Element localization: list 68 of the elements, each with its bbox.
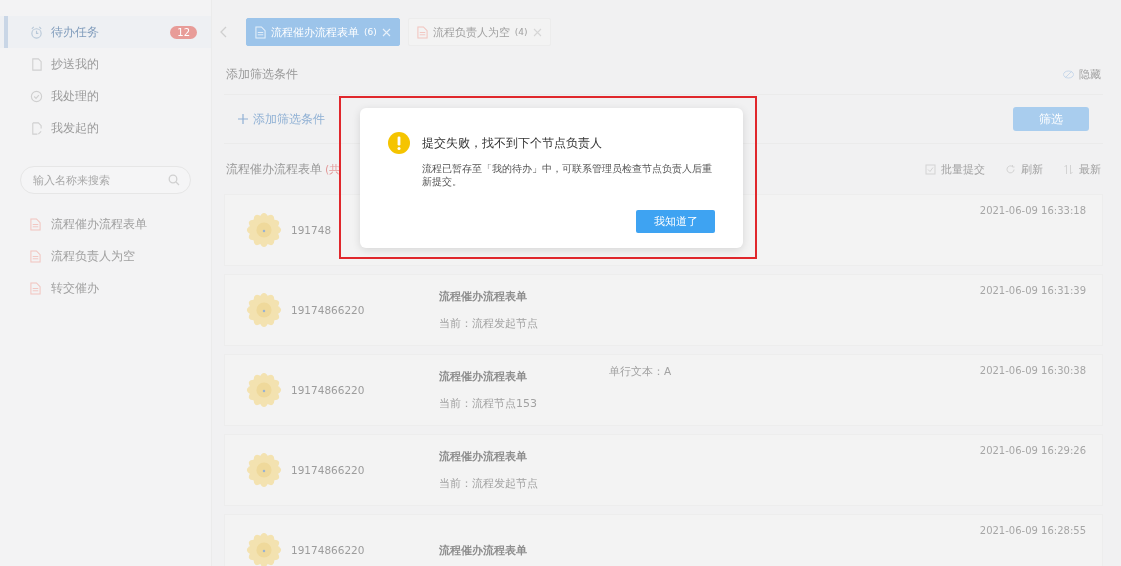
phone-number: 19174866220 xyxy=(291,464,366,476)
current-node-label: 当前：流程节点153 xyxy=(439,396,538,411)
tab[interactable]: 流程催办流程表单 (6) xyxy=(246,18,400,46)
toolbar-action[interactable]: 刷新 xyxy=(1005,161,1043,177)
phone-number: 19174866220 xyxy=(291,544,366,556)
flower-avatar-icon xyxy=(245,211,283,249)
document-edit-icon xyxy=(30,121,43,135)
timestamp: 2021-06-09 16:33:18 xyxy=(979,205,1086,216)
task-card[interactable]: 19174866220 流程催办流程表单 当前：流程发起节点 2021-06-09 16:29:26 xyxy=(224,434,1103,506)
timestamp: 2021-06-09 16:28:55 xyxy=(979,525,1086,536)
field-value: 单行文本：A xyxy=(609,365,672,379)
search-input[interactable]: 输入名称来搜索 xyxy=(31,172,168,188)
list-title: 流程催办流程表单 xyxy=(226,161,322,177)
flower-avatar-icon xyxy=(245,451,283,489)
checkbox-icon xyxy=(925,163,936,175)
sidebar-item[interactable]: 待办任务 12 xyxy=(0,16,211,48)
phone-number: 191748 xyxy=(291,224,333,236)
sort-icon xyxy=(1063,163,1074,175)
flower-avatar-icon xyxy=(245,371,283,409)
task-title: 流程催办流程表单 xyxy=(439,449,528,464)
tab[interactable]: 流程负责人为空 (4) xyxy=(407,18,551,46)
dialog-message: 流程已暂存至「我的待办」中，可联系管理员检查节点负责人后重新提交。 xyxy=(422,162,713,188)
search-field[interactable]: 输入名称来搜索 xyxy=(20,166,191,194)
file-icon xyxy=(30,281,41,295)
timestamp: 2021-06-09 16:31:39 xyxy=(979,285,1086,296)
dialog-title: 提交失败，找不到下个节点负责人 xyxy=(422,135,602,151)
task-card[interactable]: 19174866220 流程催办流程表单 当前：流程发起节点 2021-06-09 16:31:39 xyxy=(224,274,1103,346)
check-circle-icon xyxy=(30,89,43,103)
phone-number: 19174866220 xyxy=(291,304,366,316)
task-title: 流程催办流程表单 xyxy=(439,542,528,558)
section-title: 添加筛选条件 xyxy=(226,65,298,83)
file-icon xyxy=(30,249,41,263)
task-title: 流程催办流程表单 xyxy=(439,289,528,304)
hide-link[interactable]: 隐藏 xyxy=(1063,66,1101,82)
flower-avatar-icon xyxy=(245,291,283,329)
refresh-icon xyxy=(1005,163,1016,175)
item-count: (共 xyxy=(325,161,341,177)
form-item[interactable]: 转交催办 xyxy=(0,272,211,304)
sidebar-item[interactable]: 抄送我的 xyxy=(0,48,211,80)
plus-icon xyxy=(238,114,248,124)
filter-button[interactable]: 筛选 xyxy=(1013,107,1089,131)
timestamp: 2021-06-09 16:29:26 xyxy=(979,445,1086,456)
close-icon[interactable] xyxy=(532,27,542,37)
toolbar-action[interactable]: 最新 xyxy=(1063,161,1101,177)
phone-number: 19174866220 xyxy=(291,384,366,396)
search-icon[interactable] xyxy=(168,174,180,186)
form-item[interactable]: 流程催办流程表单 xyxy=(0,208,211,240)
task-card[interactable]: 19174866220 流程催办流程表单 当前：流程节点153 单行文本：A 2021-06-09 16:30:38 xyxy=(224,354,1103,426)
task-title: 流程催办流程表单 xyxy=(439,369,528,384)
timestamp: 2021-06-09 16:30:38 xyxy=(979,365,1086,376)
task-card[interactable]: 19174866220 流程催办流程表单 2021-06-09 16:28:55 xyxy=(224,514,1103,566)
file-icon xyxy=(255,25,266,39)
document-icon xyxy=(30,57,43,71)
toolbar-action[interactable]: 批量提交 xyxy=(925,161,985,177)
alarm-clock-icon xyxy=(30,25,43,39)
file-icon xyxy=(30,217,41,231)
acknowledge-button[interactable]: 我知道了 xyxy=(636,210,715,233)
sidebar-item[interactable]: 我处理的 xyxy=(0,80,211,112)
eye-slash-icon xyxy=(1063,69,1074,79)
file-icon xyxy=(416,25,428,39)
add-filter-link[interactable]: 添加筛选条件 xyxy=(238,110,325,128)
form-item[interactable]: 流程负责人为空 xyxy=(0,240,211,272)
current-node-label: 当前：流程发起节点 xyxy=(439,316,539,331)
current-node-label: 当前：流程发起节点 xyxy=(439,476,539,491)
count-badge: 12 xyxy=(170,25,197,39)
warning-icon xyxy=(388,132,410,154)
flower-avatar-icon xyxy=(245,531,283,566)
sidebar-item[interactable]: 我发起的 xyxy=(0,112,211,144)
